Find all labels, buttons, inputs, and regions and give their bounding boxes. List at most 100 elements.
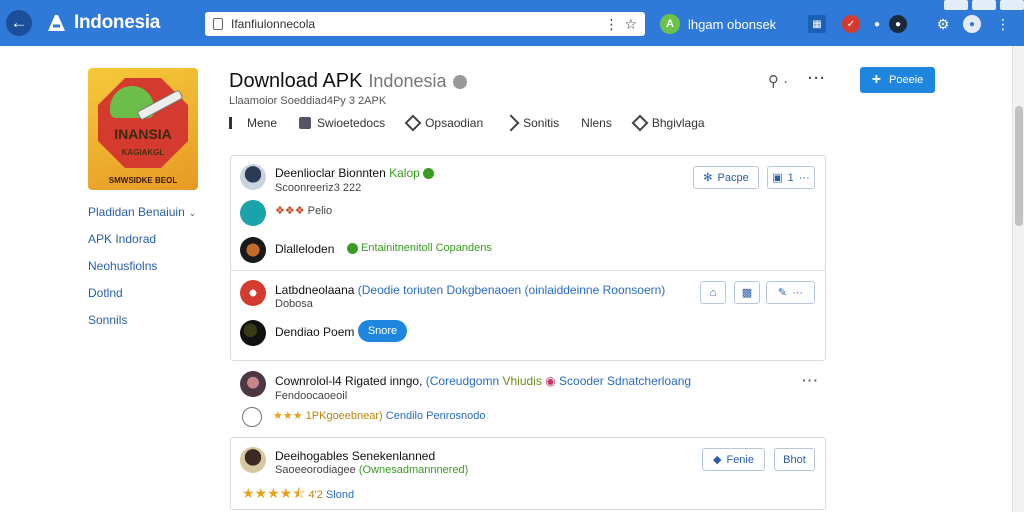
page-title: Download APK Indonesia — [229, 70, 467, 93]
profile-avatar-icon[interactable]: A — [660, 14, 680, 34]
card-divider — [230, 270, 826, 271]
puzzle-icon[interactable]: ⚙ — [934, 15, 952, 33]
minimize-button[interactable] — [944, 0, 968, 10]
count-label: 1 — [787, 171, 794, 184]
post-link[interactable]: (Coreudgomn — [426, 374, 499, 388]
tab-5[interactable]: Bhgivlaga — [631, 114, 705, 132]
chat-icon[interactable] — [240, 200, 266, 226]
post-meta: Fendoocaoeoil — [275, 390, 348, 402]
author-name: Cownrolol-l4 Rigated inngo, — [275, 374, 423, 388]
sidebar-item-2[interactable]: Neohusfiolns — [88, 260, 196, 287]
account-label[interactable]: lhgam obonsek — [688, 17, 776, 32]
tab-label: Swioetedocs — [317, 116, 386, 130]
check-circle-icon — [347, 242, 358, 254]
meta-link[interactable]: (Ownesadmannnered) — [359, 464, 468, 476]
gear-icon: ✻ — [703, 172, 713, 184]
github-icon[interactable]: ● — [889, 15, 907, 33]
secondary-button[interactable]: Bhot — [774, 448, 815, 471]
extension-dot-icon[interactable]: ● — [868, 15, 886, 33]
brand-logo-icon — [48, 15, 65, 31]
post-author[interactable]: Cownrolol-l4 Rigated inngo, (Coreudgomn … — [275, 374, 691, 388]
scrollbar-thumb[interactable] — [1015, 106, 1023, 226]
menu-icon[interactable]: ⋮ — [994, 15, 1012, 33]
action-button[interactable]: ◆ Fenie — [702, 448, 765, 471]
close-window-button[interactable] — [1000, 0, 1024, 10]
app-icon: INANSIA KAGIAKGL SMWSIDKE BEOL — [88, 68, 198, 190]
more-options-icon[interactable]: ··· — [802, 372, 819, 388]
author-name: Dlalleloden — [275, 242, 335, 256]
post-link-3[interactable]: Scooder Sdnatcherloang — [559, 374, 691, 388]
sidebar-item-0[interactable]: Pladidan Benaiuin ⌄ — [88, 206, 196, 233]
post-link-2[interactable]: Vhiudis — [502, 374, 541, 388]
count-button[interactable]: ▣ 1 ··· — [767, 166, 815, 189]
reaction-icons: ❖❖❖ — [275, 205, 305, 217]
post-author[interactable]: Dendiao Poem — [275, 325, 354, 339]
post-meta: Dobosa — [275, 298, 313, 310]
avatar[interactable] — [240, 237, 266, 263]
sidebar-nav: Pladidan Benaiuin ⌄ APK Indorad Neohusfio… — [88, 206, 196, 341]
info-icon — [452, 74, 467, 89]
tab-1[interactable]: Swioetedocs — [299, 116, 385, 130]
back-arrow-icon[interactable]: ← — [6, 10, 32, 36]
rating-count-label: Slond — [325, 489, 355, 501]
avatar[interactable] — [240, 371, 266, 397]
bookmark-star-icon[interactable]: ☆ — [624, 16, 637, 33]
sidebar-item-label: Pladidan Benaiuin — [88, 205, 185, 219]
more-options-icon[interactable]: ··· — [808, 70, 826, 87]
extension-icon[interactable]: ▦ — [808, 15, 826, 33]
page-title-suffix: Indonesia — [368, 71, 447, 91]
rating-count: 4'2 — [308, 489, 323, 501]
home-icon: ⌂ — [709, 286, 717, 299]
app-icon-subtitle: KAGIAKGL — [121, 148, 165, 157]
tab-label: Opsaodian — [425, 116, 484, 130]
address-bar[interactable]: Ifanfiulonnecola ⋮ ☆ — [205, 12, 645, 36]
list-icon — [229, 117, 241, 129]
tab-label: Sonitis — [523, 116, 560, 130]
rating-link[interactable]: Cendilo Penrosnodo — [386, 410, 486, 422]
more-icon: ··· — [792, 286, 804, 299]
author-name: Deenlioclar Bionnten — [275, 166, 386, 180]
lock-icon — [213, 18, 223, 30]
tab-label: Bhgivlaga — [651, 116, 705, 130]
avatar[interactable] — [240, 447, 266, 473]
primary-action-button[interactable]: + Poeeie — [860, 67, 935, 93]
page-scrollbar[interactable] — [1012, 46, 1024, 512]
sidebar-item-1[interactable]: APK Indorad — [88, 233, 196, 260]
post-author[interactable]: Dlalleloden — [275, 242, 334, 256]
tab-4[interactable]: Nlens — [581, 116, 612, 130]
tab-3[interactable]: Sonitis — [502, 114, 560, 132]
follow-button[interactable]: ✻ Pacpe — [693, 166, 759, 189]
verified-icon — [422, 168, 434, 180]
search-icon[interactable]: ⚲ · — [768, 72, 788, 90]
tab-label: Nlens — [581, 116, 612, 130]
avatar[interactable] — [240, 280, 266, 306]
tag-icon: ◉ — [545, 374, 556, 388]
action-label: Fenie — [726, 453, 754, 466]
tag-icon — [631, 114, 649, 132]
maximize-button[interactable] — [972, 0, 996, 10]
avatar[interactable] — [240, 320, 266, 346]
meta-text: Saoeeorodiagee — [275, 464, 356, 476]
sidebar-item-4[interactable]: Sonnils — [88, 314, 196, 341]
puzzle-icon — [299, 117, 312, 129]
post-author[interactable]: Deenlioclar Bionnten Kalop — [275, 166, 434, 180]
post-author[interactable]: Latbdneolaana (Deodie toriuten Dokgbenao… — [275, 283, 665, 297]
image-button[interactable]: ▩ — [734, 281, 760, 304]
url-text[interactable]: Ifanfiulonnecola — [231, 17, 598, 31]
upvote-button[interactable]: ⌂ — [700, 281, 726, 304]
tab-2[interactable]: Opsaodian — [404, 114, 484, 132]
window-controls — [944, 0, 1024, 10]
post-link[interactable]: (Deodie toriuten Dokgbenaoen (oinlaiddei… — [358, 283, 666, 297]
image-icon: ▩ — [741, 287, 753, 299]
app-icon-footer: SMWSIDKE BEOL — [108, 176, 178, 185]
user-icon[interactable]: ● — [963, 15, 981, 33]
share-icon[interactable]: ⋮ — [604, 16, 618, 33]
edit-button[interactable]: ✎ ··· — [766, 281, 815, 304]
sidebar-item-3[interactable]: Dotlnd — [88, 287, 196, 314]
avatar[interactable] — [240, 164, 266, 190]
follow-pill-button[interactable]: Snore — [358, 320, 407, 342]
tab-0[interactable]: Mene — [229, 116, 277, 130]
page-subtitle: Llaamoior Soeddiad4Py 3 2APK — [229, 95, 387, 107]
notification-badge-icon[interactable]: ✓ — [842, 15, 860, 33]
post-author[interactable]: Deeihogables Senekenlanned — [275, 449, 435, 463]
